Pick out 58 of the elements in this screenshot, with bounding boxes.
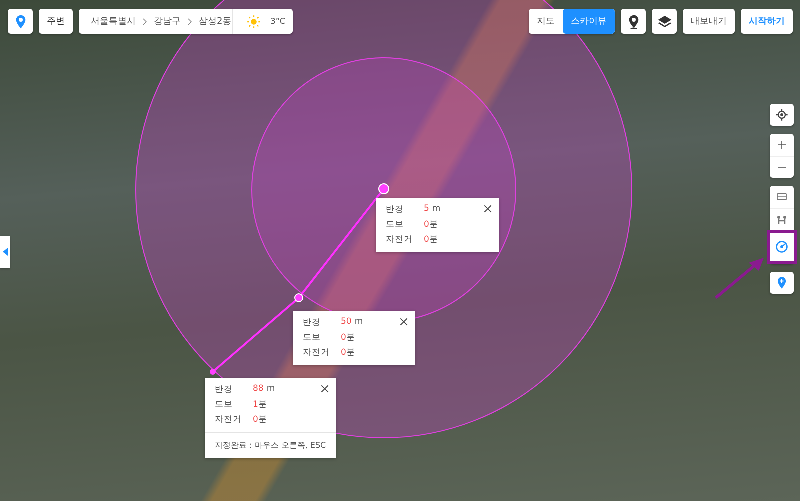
breadcrumb-link[interactable]: 삼성2동 (199, 15, 232, 28)
temperature-text: 3°C (270, 17, 286, 26)
radius-unit: 분 (258, 415, 268, 425)
radius-label: 도보 (386, 219, 405, 231)
radius-unit: m (354, 317, 364, 327)
radius-unit: 분 (346, 333, 356, 343)
radius-label: 자전거 (386, 234, 414, 246)
radius-unit: 분 (429, 235, 438, 245)
binoculars-icon (776, 214, 788, 226)
chevron-icon (142, 16, 148, 26)
add-pin-icon (775, 276, 789, 290)
radius-unit: m (432, 204, 441, 214)
radius-value: 0 (341, 348, 346, 358)
pin-button[interactable] (621, 9, 646, 34)
radius-unit: 분 (429, 220, 438, 230)
radius-unit: 분 (258, 400, 268, 410)
radius-tool-button[interactable] (767, 230, 797, 264)
ruler-icon (776, 191, 788, 203)
radius-point (294, 294, 304, 302)
radius-label: 반경 (215, 384, 234, 396)
radius-label: 자전거 (215, 414, 243, 426)
radius-point (210, 369, 216, 375)
close-icon (399, 317, 409, 327)
radius-label: 도보 (215, 399, 234, 411)
location-button[interactable] (8, 9, 33, 34)
nearby-button[interactable]: 주변 (39, 9, 73, 34)
breadcrumb-link[interactable]: 강남구 (154, 15, 181, 28)
annotation-arrow (715, 258, 764, 300)
radius-label: 반경 (303, 317, 322, 329)
layers-button[interactable] (652, 9, 677, 34)
close-icon (320, 384, 330, 394)
breadcrumb-link[interactable]: 서울특별시 (91, 15, 136, 28)
side-panel-toggle[interactable] (0, 236, 10, 268)
layers-icon (656, 14, 672, 30)
plus-icon (776, 139, 788, 151)
chevron-icon (187, 16, 193, 26)
radius-value: 88 (253, 384, 264, 394)
hint-text: 지정완료 : 마우스 오른쪽, ESC (205, 432, 336, 458)
radius-value: 0 (341, 333, 346, 343)
sun-icon (246, 14, 261, 28)
radius-value: 0 (253, 415, 258, 425)
export-button[interactable]: 내보내기 (683, 9, 735, 34)
radius-label: 자전거 (303, 347, 331, 359)
map-type-tab[interactable]: 지도 (529, 9, 563, 34)
radius-value: 0 (424, 235, 430, 245)
radius-icon (775, 240, 789, 254)
radius-value: 0 (424, 220, 430, 230)
caret-icon (1, 247, 9, 257)
radius-label: 도보 (303, 332, 322, 344)
center-point (378, 184, 390, 194)
radius-unit: 분 (346, 348, 356, 358)
radius-value: 50 (341, 317, 352, 327)
close-icon (483, 204, 493, 214)
crosshair-icon (775, 108, 789, 122)
radius-label: 반경 (386, 204, 405, 216)
radius-value: 1 (253, 400, 258, 410)
radius-value: 5 (424, 204, 430, 214)
radius-unit: m (266, 384, 276, 394)
